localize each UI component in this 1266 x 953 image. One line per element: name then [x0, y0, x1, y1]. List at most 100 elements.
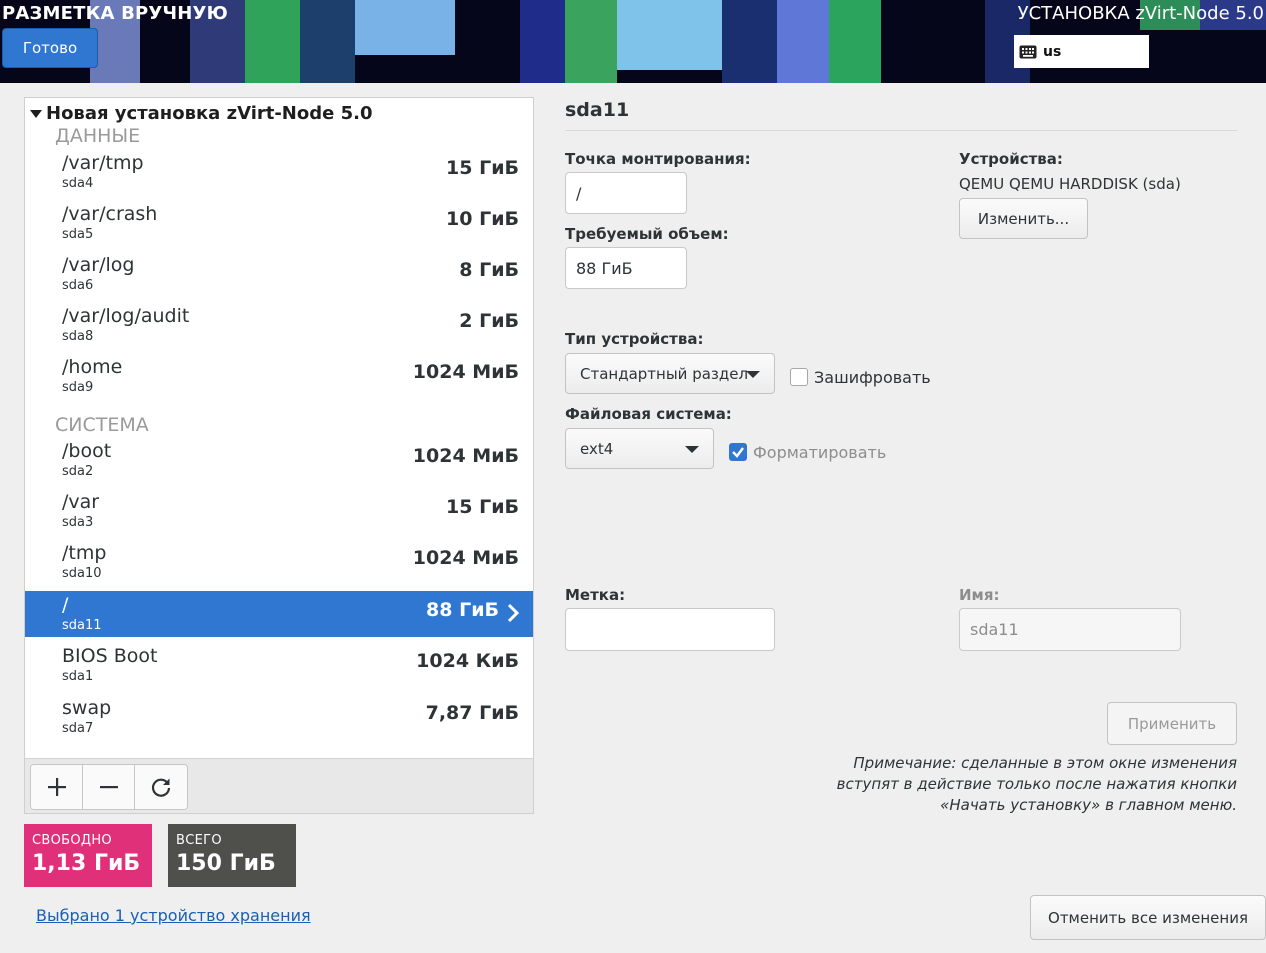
filesystem-label: Файловая система:	[565, 405, 732, 423]
partition-size: 1024 МиБ	[412, 361, 519, 383]
toolbar-button-group	[30, 764, 188, 810]
partition-size: 7,87 ГиБ	[425, 702, 519, 724]
header-decoration	[829, 0, 881, 83]
partition-mount: swap	[62, 697, 112, 719]
device-type-select[interactable]: Стандартный раздел	[565, 353, 775, 394]
partition-row[interactable]: BIOS Boot sda1 1024 КиБ	[25, 642, 533, 688]
installation-root[interactable]: Новая установка zVirt-Node 5.0	[30, 103, 373, 124]
header-decoration	[520, 0, 565, 83]
plus-icon	[47, 778, 66, 796]
refresh-button[interactable]	[135, 765, 187, 809]
header-decoration	[300, 0, 355, 83]
header-decoration	[245, 0, 300, 83]
remove-partition-button[interactable]	[83, 765, 135, 809]
partition-device: sda9	[62, 380, 94, 395]
partition-mount: /var/crash	[62, 203, 158, 225]
partition-size: 8 ГиБ	[459, 259, 519, 281]
header-decoration	[722, 0, 777, 83]
partition-row[interactable]: /home sda9 1024 МиБ	[25, 353, 533, 399]
partition-device: sda7	[62, 721, 94, 736]
header-decoration	[565, 0, 617, 83]
header-decoration	[355, 0, 455, 55]
apply-button[interactable]: Применить	[1107, 702, 1237, 745]
partition-mount: /var/log	[62, 254, 135, 276]
partition-size: 1024 КиБ	[416, 650, 519, 672]
header-decoration	[777, 0, 829, 83]
label-input[interactable]	[565, 608, 775, 651]
partition-device: sda5	[62, 227, 94, 242]
partition-mount: /tmp	[62, 542, 107, 564]
partition-mount: /var/tmp	[62, 152, 144, 174]
encrypt-label[interactable]: Зашифровать	[814, 368, 931, 387]
keyboard-icon	[1019, 45, 1037, 58]
minus-icon	[99, 786, 118, 789]
expand-arrow-icon[interactable]	[30, 109, 42, 118]
partition-device: sda11	[62, 618, 102, 633]
group-header-system: СИСТЕМА	[55, 414, 149, 436]
partition-device: sda10	[62, 566, 102, 581]
reset-all-button[interactable]: Отменить все изменения	[1030, 895, 1266, 940]
installation-root-label: Новая установка zVirt-Node 5.0	[46, 103, 373, 124]
partition-device: sda8	[62, 329, 94, 344]
title-divider	[565, 130, 1237, 131]
partition-row[interactable]: /tmp sda10 1024 МиБ	[25, 539, 533, 585]
partition-size: 88 ГиБ	[426, 599, 499, 621]
partition-row[interactable]: /var/log sda6 8 ГиБ	[25, 251, 533, 297]
partition-row[interactable]: /var/log/audit sda8 2 ГиБ	[25, 302, 533, 348]
capacity-label: Требуемый объем:	[565, 225, 729, 243]
partition-mount: /	[62, 594, 69, 616]
partition-row[interactable]: /var/crash sda5 10 ГиБ	[25, 200, 533, 246]
partition-device: sda2	[62, 464, 94, 479]
checkmark-icon	[732, 447, 744, 458]
free-space-box: СВОБОДНО 1,13 ГиБ	[24, 824, 152, 887]
devices-label: Устройства:	[959, 150, 1063, 168]
refresh-icon	[151, 778, 171, 797]
free-space-label: СВОБОДНО	[32, 833, 112, 848]
partition-size: 1024 МиБ	[412, 547, 519, 569]
partition-device: sda3	[62, 515, 94, 530]
name-input[interactable]: sda11	[959, 608, 1181, 651]
partition-row[interactable]: /var/tmp sda4 15 ГиБ	[25, 149, 533, 195]
partition-mount: /home	[62, 356, 123, 378]
filesystem-select[interactable]: ext4	[565, 428, 714, 469]
partition-tree-panel: Новая установка zVirt-Node 5.0 ДАННЫЕ /v…	[24, 97, 534, 814]
partition-size: 1024 МиБ	[412, 445, 519, 467]
chevron-down-icon	[746, 370, 760, 378]
format-checkbox[interactable]	[729, 443, 747, 461]
storage-devices-link[interactable]: Выбрано 1 устройство хранения	[36, 906, 311, 925]
partition-device: sda6	[62, 278, 94, 293]
free-space-value: 1,13 ГиБ	[32, 851, 141, 876]
device-type-value: Стандартный раздел	[580, 364, 749, 383]
partition-row[interactable]: /var sda3 15 ГиБ	[25, 488, 533, 534]
modify-devices-button[interactable]: Изменить...	[959, 198, 1088, 239]
partition-row[interactable]: /boot sda2 1024 МиБ	[25, 437, 533, 483]
partition-size: 2 ГиБ	[459, 310, 519, 332]
total-space-label: ВСЕГО	[176, 833, 222, 848]
header-decoration	[617, 0, 722, 70]
partition-size: 10 ГиБ	[446, 208, 519, 230]
device-name: QEMU QEMU HARDDISK (sda)	[959, 175, 1181, 193]
page-title: РАЗМЕТКА ВРУЧНУЮ	[2, 3, 228, 24]
partition-mount: /var	[62, 491, 100, 513]
partition-device: sda4	[62, 176, 94, 191]
keyboard-layout-indicator[interactable]: us	[1014, 35, 1149, 68]
add-partition-button[interactable]	[31, 765, 83, 809]
group-header-data: ДАННЫЕ	[55, 125, 141, 147]
total-space-value: 150 ГиБ	[176, 851, 276, 876]
capacity-input[interactable]: 88 ГиБ	[565, 247, 687, 289]
format-label[interactable]: Форматировать	[753, 443, 886, 462]
chevron-down-icon	[685, 445, 699, 453]
partition-title: sda11	[565, 99, 630, 121]
partition-size: 15 ГиБ	[446, 157, 519, 179]
partition-toolbar	[25, 758, 533, 813]
partition-row-selected[interactable]: / sda11 88 ГиБ	[25, 591, 533, 637]
partition-row[interactable]: swap sda7 7,87 ГиБ	[25, 694, 533, 740]
mount-point-input[interactable]: /	[565, 172, 687, 214]
mount-point-label: Точка монтирования:	[565, 150, 751, 168]
done-button[interactable]: Готово	[2, 28, 98, 68]
encrypt-checkbox[interactable]	[790, 368, 808, 386]
keyboard-layout-label: us	[1043, 43, 1062, 60]
filesystem-value: ext4	[580, 439, 614, 458]
partition-mount: /var/log/audit	[62, 305, 190, 327]
partition-size: 15 ГиБ	[446, 496, 519, 518]
